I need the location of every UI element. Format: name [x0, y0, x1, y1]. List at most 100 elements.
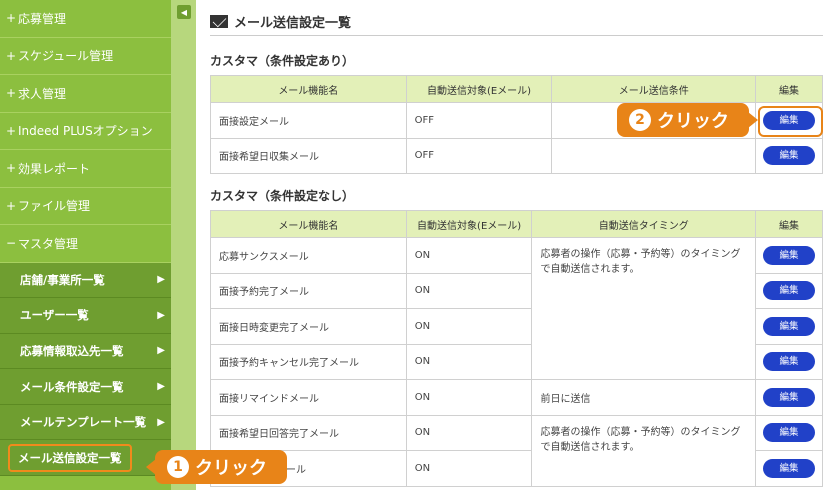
- sub-item-stores[interactable]: 店舗/事業所一覧 ▶: [0, 262, 171, 299]
- nav-item-files[interactable]: + ファイル管理: [0, 188, 171, 225]
- mail-name-cell: 応募サンクスメール: [210, 237, 407, 274]
- sub-item-mail-conditions[interactable]: メール条件設定一覧 ▶: [0, 369, 171, 405]
- table-row: 面接希望日収集メール OFF 編集: [210, 137, 823, 174]
- auto-send-cell: ON: [405, 450, 533, 487]
- arrow-right-icon: ▶: [157, 381, 165, 393]
- page-title-text: メール送信設定一覧: [234, 16, 352, 31]
- section-title: カスタマ（条件設定あり）: [210, 54, 355, 68]
- column-header: メール機能名: [210, 75, 407, 103]
- callout-text: クリック: [657, 111, 729, 132]
- page-title: メール送信設定一覧: [210, 12, 351, 31]
- table-row: 面接リマインドメール ON 前日に送信 編集: [210, 379, 823, 416]
- sub-item-label: メール送信設定一覧: [8, 443, 132, 472]
- edit-button[interactable]: 編集: [763, 245, 815, 265]
- edit-cell: 編集: [755, 379, 823, 416]
- edit-cell: 編集: [755, 237, 823, 274]
- edit-button[interactable]: 編集: [763, 423, 815, 443]
- auto-send-cell: ON: [405, 237, 533, 274]
- nav-item-applications[interactable]: + 応募管理: [0, 0, 171, 38]
- auto-send-cell: ON: [405, 414, 533, 451]
- sub-item-label: 応募情報取込先一覧: [20, 343, 124, 358]
- nav-item-label: 求人管理: [18, 86, 67, 101]
- auto-send-cell: OFF: [405, 102, 553, 139]
- callout-text: クリック: [195, 458, 267, 479]
- collapse-icon: −: [6, 236, 17, 251]
- edit-button[interactable]: 編集: [763, 458, 815, 478]
- section-title: カスタマ（条件設定なし）: [210, 189, 355, 203]
- mail-name-cell: 面接日時変更完了メール: [210, 308, 407, 345]
- edit-cell: 編集: [755, 272, 823, 309]
- edit-button[interactable]: 編集: [763, 146, 815, 166]
- nav-item-label: 効果レポート: [18, 161, 91, 176]
- timing-cell: 応募者の操作（応募・予約等）のタイミングで自動送信されます。: [531, 414, 756, 487]
- sub-item-mail-templates[interactable]: メールテンプレート一覧 ▶: [0, 404, 171, 441]
- sub-item-import[interactable]: 応募情報取込先一覧 ▶: [0, 333, 171, 370]
- mail-name-cell: 面接設定メール: [210, 102, 407, 139]
- nav-item-label: ファイル管理: [18, 199, 91, 214]
- sub-item-label: 店舗/事業所一覧: [20, 272, 105, 287]
- nav-item-label: 応募管理: [18, 11, 67, 26]
- column-header: 自動送信対象(Eメール): [405, 210, 533, 238]
- nav-item-reports[interactable]: + 効果レポート: [0, 150, 171, 188]
- arrow-right-icon: ▶: [157, 416, 165, 428]
- sub-item-label: メールテンプレート一覧: [20, 415, 147, 430]
- sidebar-collapse-strip: [171, 0, 196, 490]
- expand-icon: +: [6, 86, 17, 101]
- mail-name-cell: 面接希望日回答完了メール: [210, 414, 407, 451]
- expand-icon: +: [6, 161, 17, 176]
- edit-highlight-frame: [758, 106, 823, 137]
- edit-button[interactable]: 編集: [763, 281, 815, 301]
- nav-item-master[interactable]: − マスタ管理: [0, 225, 171, 263]
- edit-cell: 編集: [755, 450, 823, 487]
- column-header: メール送信条件: [551, 75, 757, 103]
- nav-item-label: スケジュール管理: [18, 49, 114, 64]
- sidebar: + 応募管理 + スケジュール管理 + 求人管理 + Indeed PLUSオプション …: [0, 0, 171, 490]
- sub-item-label: ユーザー一覧: [20, 308, 89, 323]
- auto-send-cell: ON: [405, 272, 533, 309]
- edit-cell: 編集: [755, 137, 823, 174]
- nav-item-label: Indeed PLUSオプション: [18, 124, 153, 139]
- expand-icon: +: [6, 198, 17, 213]
- expand-icon: +: [6, 48, 17, 63]
- column-header: メール機能名: [210, 210, 407, 238]
- edit-cell: 編集: [755, 343, 823, 380]
- auto-send-cell: OFF: [405, 137, 553, 174]
- column-header: 自動送信タイミング: [531, 210, 756, 238]
- nav-item-schedule[interactable]: + スケジュール管理: [0, 38, 171, 75]
- nav-item-label: マスタ管理: [18, 236, 79, 251]
- nav-item-jobs[interactable]: + 求人管理: [0, 75, 171, 113]
- main-content: メール送信設定一覧 カスタマ（条件設定あり） メール機能名 自動送信対象(Eメー…: [196, 0, 839, 490]
- arrow-right-icon: ▶: [157, 345, 165, 357]
- step-number: 2: [629, 109, 651, 131]
- column-header: 編集: [755, 75, 823, 103]
- edit-button[interactable]: 編集: [763, 316, 815, 336]
- auto-send-cell: ON: [405, 343, 533, 380]
- column-header: 編集: [755, 210, 823, 238]
- table-row: 応募サンクスメール ON 応募者の操作（応募・予約等）のタイミングで自動送信され…: [210, 237, 823, 380]
- mail-name-cell: 面接希望日収集メール: [210, 137, 407, 174]
- divider: [210, 35, 823, 36]
- edit-button[interactable]: 編集: [763, 352, 815, 372]
- column-header: 自動送信対象(Eメール): [405, 75, 553, 103]
- edit-cell: 編集: [755, 414, 823, 451]
- timing-cell: 応募者の操作（応募・予約等）のタイミングで自動送信されます。: [531, 237, 756, 380]
- non-conditional-mail-table: メール機能名 自動送信対象(Eメール) 自動送信タイミング 編集 応募サンクスメ…: [210, 210, 823, 487]
- edit-cell: 編集: [755, 308, 823, 345]
- callout-click-1: 1 クリック: [146, 450, 287, 484]
- table-row: 面接希望日回答完了メール ON 応募者の操作（応募・予約等）のタイミングで自動送…: [210, 414, 823, 487]
- sub-item-users[interactable]: ユーザー一覧 ▶: [0, 298, 171, 334]
- edit-button[interactable]: 編集: [763, 387, 815, 407]
- collapse-sidebar-icon[interactable]: ◀: [177, 5, 191, 19]
- callout-click-2: 2 クリック: [617, 103, 758, 137]
- expand-icon: +: [6, 11, 17, 26]
- step-number: 1: [167, 456, 189, 478]
- mail-name-cell: 面接予約キャンセル完了メール: [210, 343, 407, 380]
- arrow-right-icon: ▶: [157, 309, 165, 321]
- mail-name-cell: 面接リマインドメール: [210, 379, 407, 416]
- auto-send-cell: ON: [405, 308, 533, 345]
- timing-cell: 前日に送信: [531, 379, 756, 416]
- arrow-right-icon: ▶: [157, 274, 165, 286]
- condition-cell: [551, 137, 757, 174]
- nav-item-indeed-plus[interactable]: + Indeed PLUSオプション: [0, 113, 171, 150]
- mail-icon: [210, 15, 228, 28]
